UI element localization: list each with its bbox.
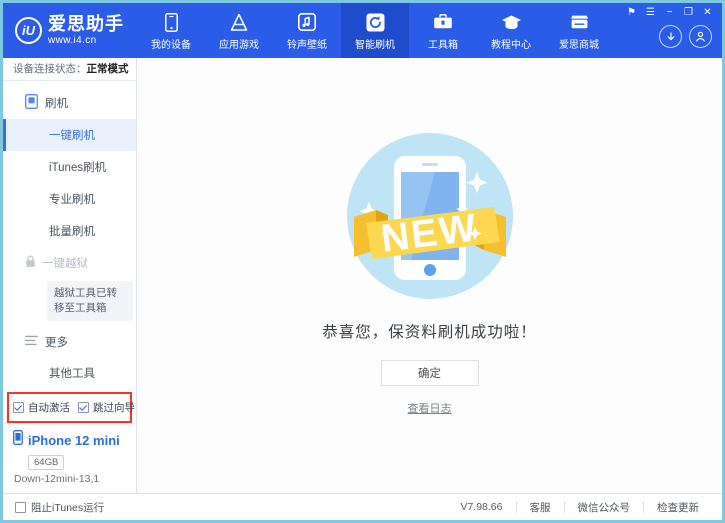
device-capacity-badge: 64GB [28, 455, 64, 470]
sidebar-item-label: 其他工具 [49, 368, 95, 380]
sidebar-item-label: 专业刷机 [49, 194, 95, 206]
auto-activate-label: 自动激活 [28, 400, 70, 415]
skip-wizard-checkbox[interactable]: 跳过向导 [78, 400, 135, 415]
customer-service-link[interactable]: 客服 [517, 500, 564, 515]
download-icon[interactable] [659, 25, 682, 48]
sidebar-item-batch-flash[interactable]: 批量刷机 [3, 215, 136, 247]
list-icon[interactable]: ☰ [642, 6, 659, 20]
version-label: V7.98.66 [447, 501, 515, 513]
nav-label: 铃声壁纸 [287, 36, 327, 51]
brand-logo: iU 爱思助手 www.i4.cn [3, 3, 137, 58]
sidebar-menu: 刷机 一键刷机 iTunes刷机 专业刷机 批量刷机 [3, 81, 136, 392]
sidebar-item-itunes-flash[interactable]: iTunes刷机 [3, 151, 136, 183]
nav-item-my-device[interactable]: 我的设备 [137, 3, 205, 58]
device-status-label: 设备连接状态： [13, 61, 87, 76]
nav-item-ringtones-wallpaper[interactable]: 铃声壁纸 [273, 3, 341, 58]
sidebar-group-more[interactable]: 更多 [3, 327, 136, 357]
nav-item-apps-games[interactable]: 应用游戏 [205, 3, 273, 58]
success-message: 恭喜您，保资料刷机成功啦！ [322, 320, 537, 342]
main-content: NEW 恭喜您，保资料刷机成功啦！ 确定 查看日志 [137, 58, 722, 493]
sidebar-item-label: 批量刷机 [49, 226, 95, 238]
sidebar-item-other-tools[interactable]: 其他工具 [3, 357, 136, 389]
sidebar-item-one-key-flash[interactable]: 一键刷机 [3, 119, 136, 151]
more-lines-icon [25, 335, 38, 349]
apps-icon [228, 12, 250, 32]
connected-device-info[interactable]: iPhone 12 mini 64GB Down-12mini-13,1 [3, 423, 136, 493]
nav-label: 智能刷机 [355, 36, 395, 51]
phone-small-icon [13, 430, 23, 450]
device-status-value: 正常模式 [87, 61, 129, 76]
checkbox-icon [13, 402, 24, 413]
toolbox-icon [432, 12, 454, 32]
sidebar-item-label: 一键刷机 [49, 130, 95, 142]
refresh-icon [364, 12, 386, 32]
account-icon[interactable] [689, 25, 712, 48]
body-container: 设备连接状态：正常模式 刷机 一键刷机 iTunes刷机 专业刷机 [3, 58, 722, 493]
sidebar-item-one-key-jailbreak: 一键越狱 [3, 247, 136, 279]
sidebar-group-flash[interactable]: 刷机 [3, 87, 136, 119]
status-bar: 阻止iTunes运行 V7.98.66 客服 微信公众号 检查更新 [3, 493, 722, 520]
skip-wizard-label: 跳过向导 [93, 400, 135, 415]
nav-label: 爱思商城 [559, 36, 599, 51]
wechat-official-link[interactable]: 微信公众号 [565, 500, 644, 515]
close-button[interactable]: ✕ [699, 6, 716, 20]
nav-item-toolbox[interactable]: 工具箱 [409, 3, 477, 58]
sidebar-item-label: iTunes刷机 [49, 162, 106, 174]
sidebar-group-label: 刷机 [45, 95, 68, 111]
auto-activate-checkbox[interactable]: 自动激活 [13, 400, 70, 415]
application-window: iU 爱思助手 www.i4.cn 我的设备 应用游戏 [0, 0, 725, 523]
jailbreak-moved-tooltip: 越狱工具已转移至工具箱 [47, 281, 133, 321]
sidebar-item-label: 一键越狱 [42, 255, 88, 271]
nav-label: 工具箱 [428, 36, 458, 51]
new-badge-phone-illustration: NEW [342, 128, 518, 304]
sidebar-item-pro-flash[interactable]: 专业刷机 [3, 183, 136, 215]
flash-device-icon [25, 94, 38, 112]
view-log-link[interactable]: 查看日志 [408, 400, 452, 416]
nav-item-smart-flash[interactable]: 智能刷机 [341, 3, 409, 58]
phone-icon [160, 12, 182, 32]
block-itunes-label: 阻止iTunes运行 [31, 500, 104, 515]
sidebar: 设备连接状态：正常模式 刷机 一键刷机 iTunes刷机 专业刷机 [3, 58, 137, 493]
header-user-actions [659, 25, 712, 48]
logo-icon: iU [15, 17, 42, 44]
device-connection-status: 设备连接状态：正常模式 [3, 58, 136, 81]
gift-icon[interactable]: ⚑ [623, 6, 640, 20]
nav-label: 教程中心 [491, 36, 531, 51]
window-controls: ⚑ ☰ − ❐ ✕ [623, 6, 716, 20]
graduation-icon [500, 12, 522, 32]
app-header: iU 爱思助手 www.i4.cn 我的设备 应用游戏 [3, 3, 722, 58]
flash-options-highlight: 自动激活 跳过向导 [7, 392, 132, 423]
device-identifier: Down-12mini-13,1 [14, 473, 136, 485]
minimize-button[interactable]: − [661, 6, 678, 20]
status-bar-links: V7.98.66 客服 微信公众号 检查更新 [447, 500, 712, 515]
checkbox-icon [15, 502, 26, 513]
music-icon [296, 12, 318, 32]
nav-item-store[interactable]: 爱思商城 [545, 3, 613, 58]
block-itunes-checkbox[interactable]: 阻止iTunes运行 [15, 500, 104, 515]
maximize-button[interactable]: ❐ [680, 6, 697, 20]
nav-item-tutorials[interactable]: 教程中心 [477, 3, 545, 58]
confirm-button[interactable]: 确定 [381, 360, 479, 386]
nav-label: 我的设备 [151, 36, 191, 51]
sidebar-group-label: 更多 [45, 334, 68, 350]
checkbox-icon [78, 402, 89, 413]
nav-label: 应用游戏 [219, 36, 259, 51]
store-icon [568, 12, 590, 32]
brand-name: 爱思助手 [48, 15, 124, 33]
lock-icon [25, 255, 36, 271]
brand-url: www.i4.cn [48, 36, 124, 46]
device-name: iPhone 12 mini [28, 433, 120, 448]
check-update-link[interactable]: 检查更新 [644, 500, 712, 515]
